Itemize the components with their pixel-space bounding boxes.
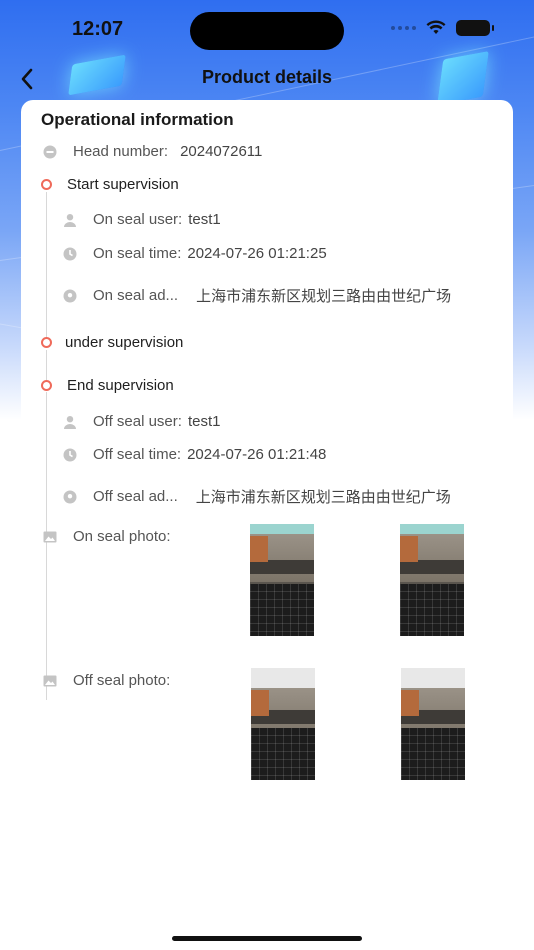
stage-end: End supervision (41, 377, 174, 394)
stage-under: under supervision (41, 334, 183, 351)
image-icon (43, 674, 57, 688)
timeline-line (46, 192, 47, 338)
timeline-dot (41, 179, 52, 190)
off-seal-photo-row: Off seal photo: (43, 672, 170, 689)
minus-circle-icon (43, 145, 57, 159)
head-number-row: Head number: 2024072611 (43, 143, 262, 160)
navigation-bar: Product details (0, 60, 534, 96)
on-seal-address-label: On seal ad... (93, 287, 179, 304)
on-seal-photo-row: On seal photo: (43, 528, 171, 545)
section-title: Operational information (41, 110, 234, 129)
user-icon (63, 415, 77, 429)
on-seal-photo-label: On seal photo: (73, 528, 171, 545)
location-icon (63, 490, 77, 504)
page-title: Product details (201, 67, 333, 87)
operational-info-card: Operational information Head number: 202… (21, 100, 513, 930)
status-bar: 12:07 (0, 0, 534, 58)
on-seal-user-value: test1 (188, 211, 221, 228)
status-time: 12:07 (72, 18, 124, 40)
stage-end-title: End supervision (67, 377, 174, 394)
on-seal-user-row: On seal user: test1 (63, 211, 221, 228)
off-seal-time-value: 2024-07-26 01:21:48 (187, 446, 327, 463)
signal-dots-icon (391, 26, 416, 30)
on-seal-photo-2[interactable] (400, 524, 464, 636)
on-seal-address-value: 上海市浦东新区规划三路由由世纪广场 (196, 288, 452, 305)
head-number-label: Head number: (73, 143, 169, 160)
off-seal-time-row: Off seal time: 2024-07-26 01:21:48 (63, 446, 326, 463)
wifi-icon (426, 20, 446, 34)
off-seal-photo-1[interactable] (251, 668, 315, 780)
timeline-line (46, 350, 47, 380)
timeline-line (46, 392, 47, 700)
off-seal-address-label: Off seal ad... (93, 488, 178, 505)
off-seal-photo-label: Off seal photo: (73, 672, 171, 689)
head-number-value: 2024072611 (180, 143, 263, 160)
on-seal-time-label: On seal time: (93, 245, 182, 262)
clock-icon (63, 247, 77, 261)
timeline-dot (41, 380, 52, 391)
stage-start: Start supervision (41, 176, 179, 193)
stage-under-title: under supervision (65, 334, 184, 351)
timeline-dot (41, 337, 52, 348)
off-seal-address-row: Off seal ad... 上海市浦东新区规划三路由由世纪广场 (63, 486, 451, 507)
image-icon (43, 530, 57, 544)
off-seal-user-label: Off seal user: (93, 413, 182, 430)
off-seal-user-row: Off seal user: test1 (63, 413, 220, 430)
clock-icon (63, 448, 77, 462)
on-seal-address-row: On seal ad... 上海市浦东新区规划三路由由世纪广场 (63, 285, 451, 306)
on-seal-user-label: On seal user: (93, 211, 183, 228)
status-icons (391, 20, 494, 36)
location-icon (63, 289, 77, 303)
home-indicator[interactable] (172, 936, 362, 941)
off-seal-photo-2[interactable] (401, 668, 465, 780)
off-seal-user-value: test1 (187, 413, 221, 430)
on-seal-photo-1[interactable] (250, 524, 314, 636)
off-seal-time-label: Off seal time: (93, 446, 182, 463)
on-seal-time-value: 2024-07-26 01:21:25 (187, 245, 327, 262)
battery-icon (456, 20, 494, 36)
user-icon (63, 213, 77, 227)
camera-notch (190, 12, 344, 50)
stage-start-title: Start supervision (67, 176, 179, 193)
on-seal-time-row: On seal time: 2024-07-26 01:21:25 (63, 245, 327, 262)
off-seal-address-value: 上海市浦东新区规划三路由由世纪广场 (195, 489, 451, 506)
